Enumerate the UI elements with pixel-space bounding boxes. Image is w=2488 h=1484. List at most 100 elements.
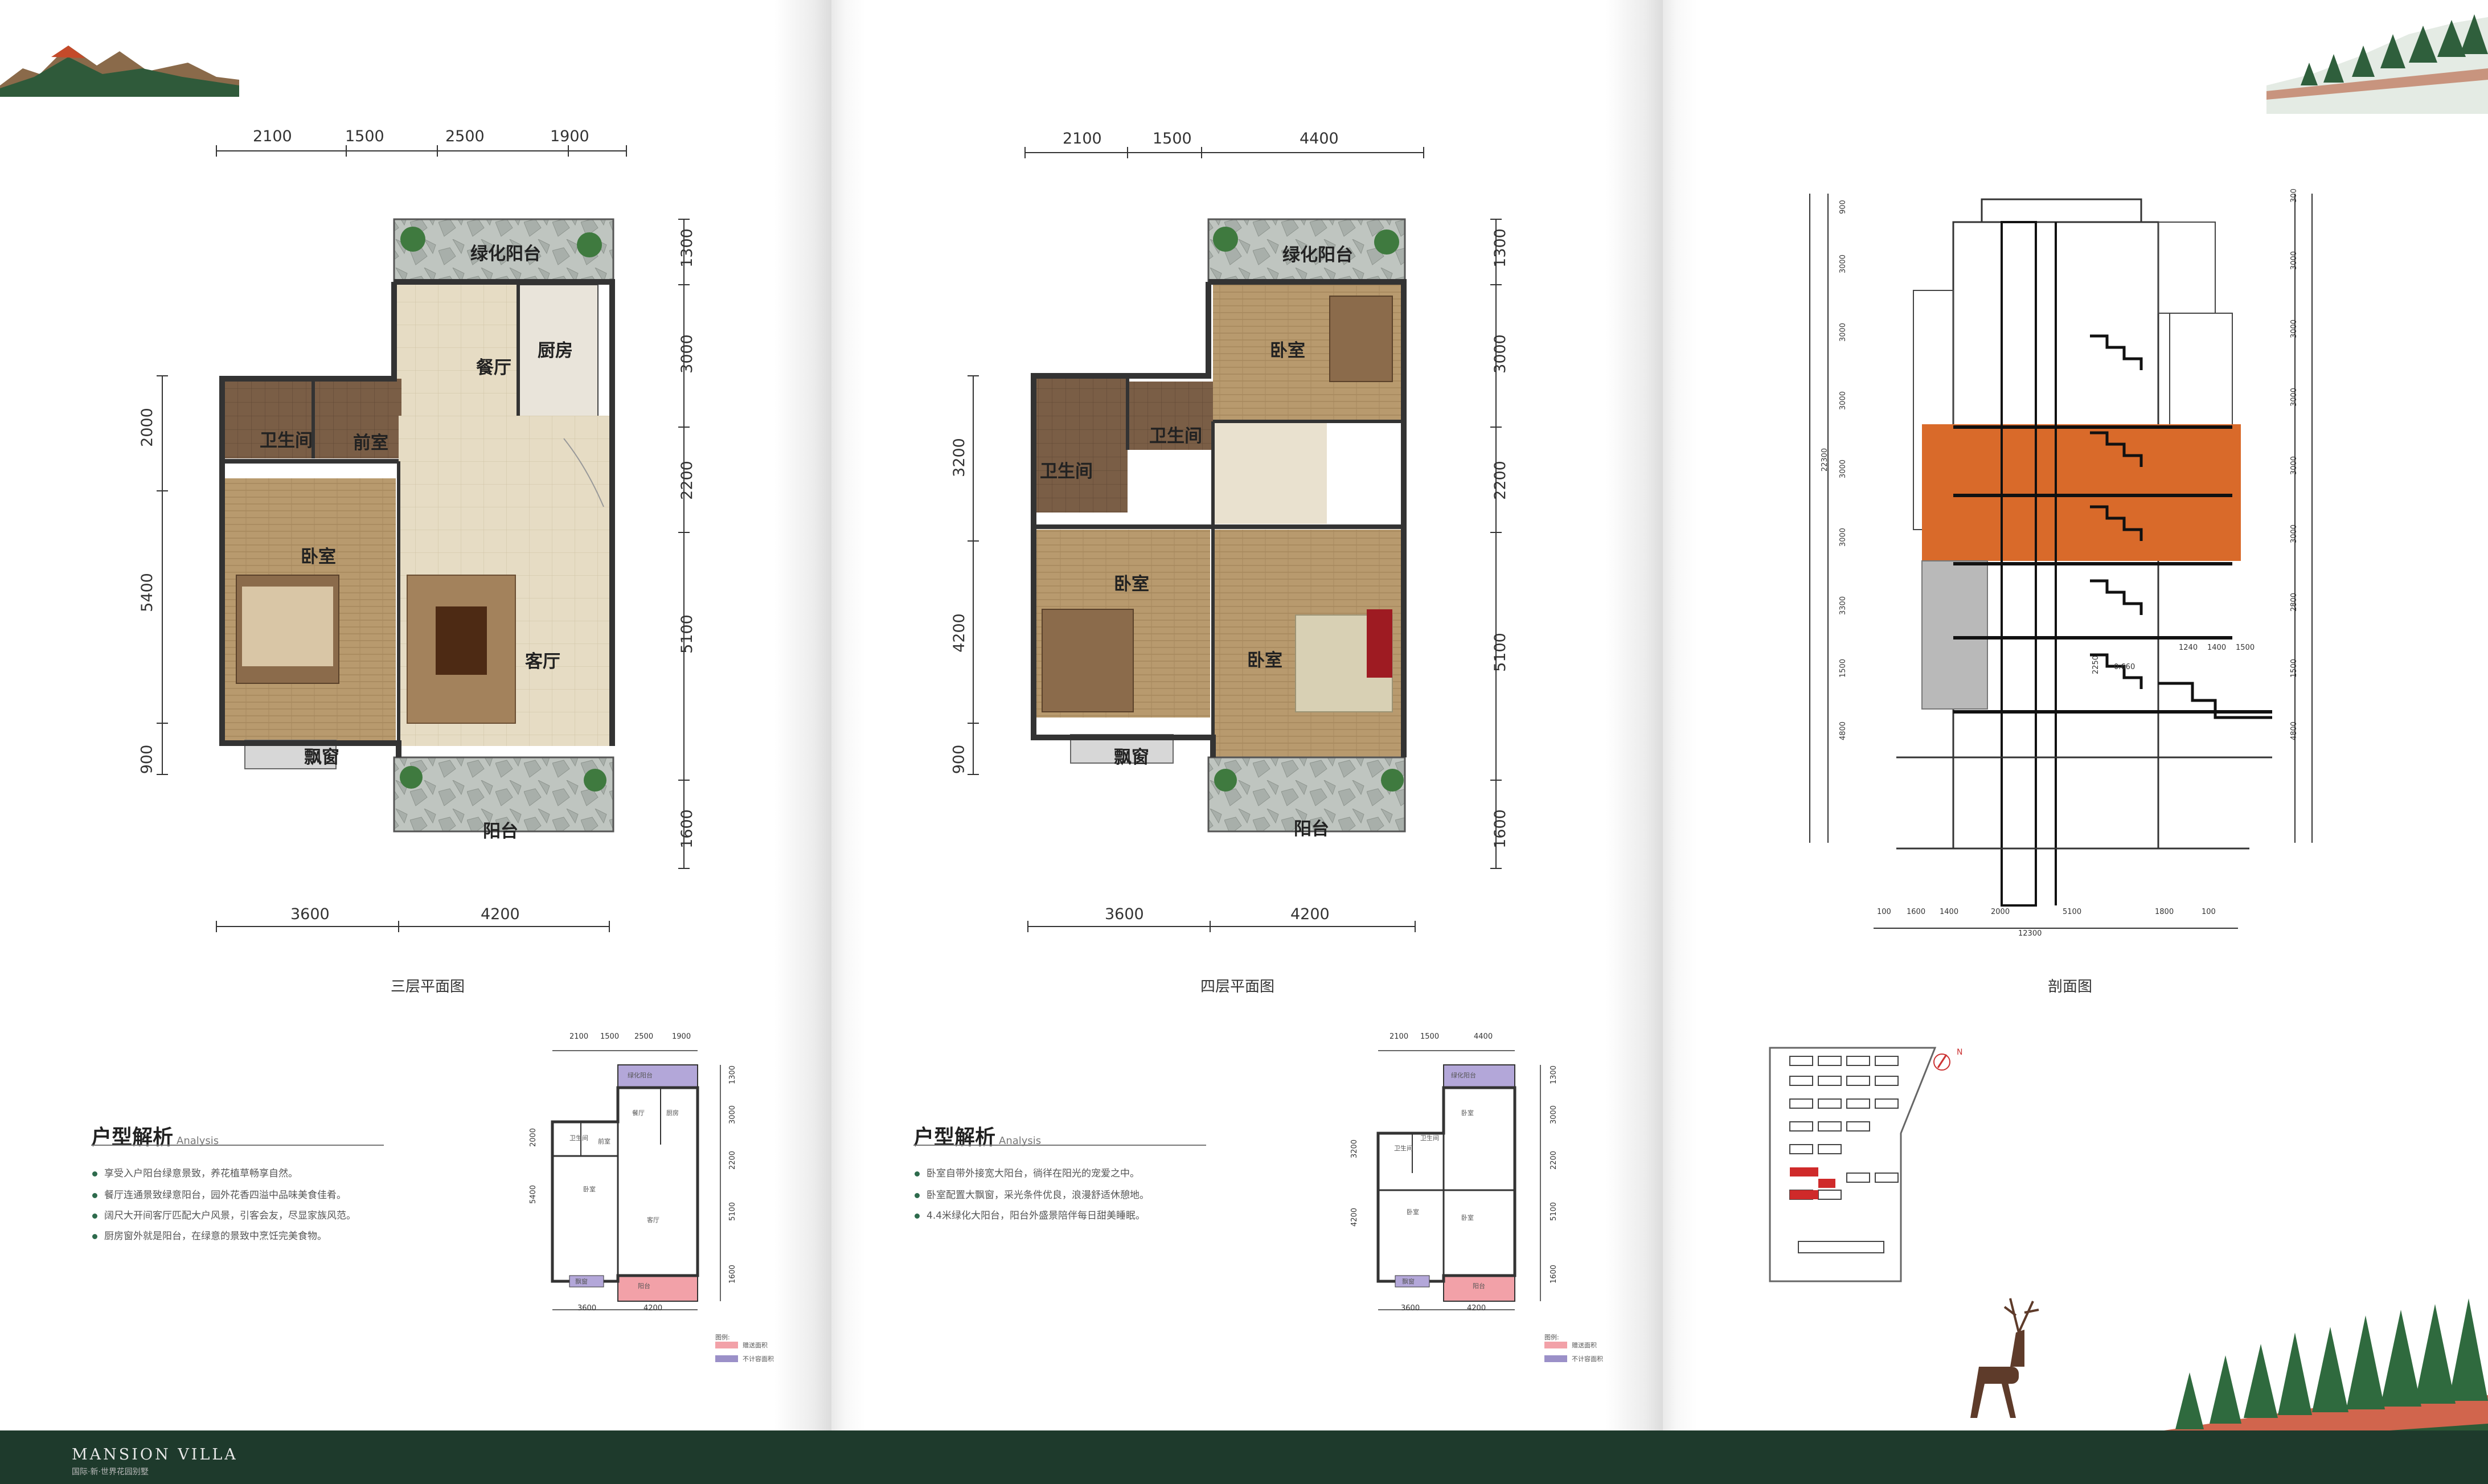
section-right-dim-3: 3000	[2290, 319, 2299, 339]
section-left-dim-8: 1500	[1839, 658, 1848, 678]
mini3-right-dim-1: 1300	[728, 1065, 737, 1085]
section-inner-dim-1: 1240	[2179, 643, 2198, 652]
floor3-living-label: 客厅	[525, 651, 560, 672]
mini3-top-dim-4: 1900	[672, 1032, 691, 1041]
floor3-green-balcony-label: 绿化阳台	[470, 244, 541, 264]
floor4-left-dim-2: 4200	[950, 613, 968, 653]
section-caption: 剖面图	[2048, 978, 2093, 995]
mini3-left-dim-1: 2000	[529, 1128, 538, 1147]
section-highlight	[1922, 424, 2241, 561]
floor4-right-dim-5: 1600	[1491, 809, 1509, 848]
floor3-bottom-dim-2: 4200	[481, 905, 520, 923]
mini3-green-balcony-label: 绿化阳台	[628, 1072, 653, 1079]
floor4-bottom-dim-line	[1027, 921, 1416, 932]
mini3-balcony-label: 阳台	[638, 1282, 650, 1290]
floor4-bedroom-top-label: 卧室	[1270, 341, 1305, 361]
mini3-bay-window-label: 飘窗	[575, 1278, 588, 1285]
mini4-top-dim-2: 1500	[1420, 1032, 1440, 1041]
mini4-right-dim-3: 2200	[1550, 1150, 1559, 1170]
section-left-dim-3: 3000	[1839, 322, 1848, 342]
floor3-top-dim-2: 1500	[345, 128, 384, 145]
floor3-bathroom-label: 卫生间	[260, 431, 313, 451]
section-bottom-dim-7: 100	[2202, 908, 2216, 916]
mini3-top-dim-3: 2500	[634, 1032, 654, 1041]
floor4-bottom-dim-1: 3600	[1105, 905, 1144, 923]
section-inner-dim-3: 1500	[2236, 643, 2255, 652]
brochure-page: 2100 1500 2500 1900 绿化阳台 餐厅 厨房 卫生间 前室 卧室…	[0, 0, 2488, 1484]
fold-shadow-4	[1663, 0, 1697, 1435]
section-left-dim-5: 3000	[1839, 459, 1848, 479]
floor3-top-dim-1: 2100	[253, 128, 292, 145]
floor3-left-dim-3: 900	[138, 744, 156, 774]
mini3-bottom-dim-1: 3600	[577, 1304, 597, 1313]
section-left-dim-1: 900	[1838, 200, 1847, 214]
section-right-dim-4: 3000	[2290, 387, 2299, 407]
forest-art-right	[2266, 14, 2488, 114]
section-right-dim-1: 300	[2289, 188, 2298, 203]
brand-name: MANSION VILLA	[72, 1446, 238, 1463]
floor3-foyer-label: 前室	[353, 433, 388, 453]
section-left-dim-4: 3000	[1839, 391, 1848, 411]
analysis4-bullet-1: 卧室自带外接宽大阳台，徜徉在阳光的宠爱之中。	[915, 1165, 1140, 1179]
floor3-left-dim-2: 5400	[138, 573, 156, 612]
mini4-legend-title: 图例:	[1544, 1334, 1559, 1341]
section-inner-dim-4: 2250	[2092, 655, 2101, 675]
mini4-bedroom-top-label: 卧室	[1461, 1109, 1474, 1117]
section-overall-bottom: 12300	[2018, 929, 2042, 938]
floor4-right-dim-3: 2200	[1491, 461, 1509, 500]
mini4-right-dim-1: 1300	[1550, 1065, 1559, 1085]
mini3-legend-swatch-2	[715, 1355, 738, 1362]
floor4-left-dim-3: 900	[950, 744, 968, 774]
floor4-bathroom-a-label: 卫生间	[1149, 426, 1202, 446]
footer-bar	[0, 1430, 2488, 1484]
site-plan	[1769, 1047, 1950, 1282]
floor4-right-dim-2: 3000	[1491, 334, 1509, 374]
mountain-art-left	[0, 46, 239, 97]
mini3-foyer-label: 前室	[598, 1138, 610, 1145]
mini4-green-balcony-label: 绿化阳台	[1451, 1072, 1476, 1079]
analysis4-rule	[913, 1145, 1206, 1146]
mini4-bathroom-b-label: 卫生间	[1394, 1145, 1413, 1152]
section-left-dim-6: 3000	[1839, 527, 1848, 547]
section-left-dim-2: 3000	[1839, 254, 1848, 274]
floor3-plan	[219, 218, 615, 833]
floor4-bottom-dim-2: 4200	[1290, 905, 1330, 923]
section-right-dim-7: 2800	[2290, 592, 2299, 612]
section-inner-dim-2: 1400	[2207, 643, 2227, 652]
mini4-right-dim-5: 1600	[1550, 1264, 1559, 1284]
analysis3-bullet-1: 享受入户阳台绿意景致，养花植草畅享自然。	[92, 1165, 298, 1179]
analysis4-bullet-2: 卧室配置大飘窗，采光条件优良，浪漫舒适休憩地。	[915, 1187, 1149, 1201]
brand-subtitle: 国际·新·世界花园别墅	[72, 1467, 149, 1477]
floor4-top-dim-1: 2100	[1063, 130, 1102, 147]
floor4-caption: 四层平面图	[1200, 978, 1275, 995]
floor3-right-dim-line	[678, 219, 690, 869]
floor3-top-dim-3: 2500	[445, 128, 485, 145]
floor3-dining-label: 餐厅	[476, 358, 511, 378]
mini4-legend-swatch-2	[1544, 1355, 1567, 1362]
mini4-top-dim-3: 4400	[1474, 1032, 1493, 1041]
floor4-top-dim-3: 4400	[1300, 130, 1339, 147]
floor3-left-dim-1: 2000	[138, 408, 156, 447]
floor3-right-dim-3: 2200	[678, 461, 696, 500]
mini4-plan	[1376, 1050, 1541, 1310]
floor4-green-balcony-label: 绿化阳台	[1282, 245, 1353, 265]
mini3-dining-label: 餐厅	[632, 1109, 645, 1117]
analysis3-bullet-3: 阔尺大开间客厅匹配大户风景，引客会友，尽显家族风范。	[92, 1207, 356, 1221]
section-bottom-dim-3: 1400	[1940, 908, 1959, 916]
mini4-bottom-dim-2: 4200	[1467, 1304, 1486, 1313]
mini3-bathroom-label: 卫生间	[569, 1134, 588, 1142]
fold-shadow-2	[831, 0, 866, 1435]
site-plan-compass: N	[1957, 1048, 1963, 1057]
analysis3-rule	[91, 1145, 384, 1146]
floor3-right-dim-4: 5100	[678, 614, 696, 654]
section-overall-left: 22300	[1821, 448, 1830, 472]
mini4-legend-1: 赠送面积	[1572, 1342, 1597, 1349]
section-bottom-dim-4: 2000	[1991, 908, 2010, 916]
floor4-bedroom-right-label: 卧室	[1247, 650, 1282, 671]
mini3-living-label: 客厅	[647, 1216, 659, 1224]
section-right-dim-9: 4800	[2290, 721, 2299, 741]
mini3-right-dim-2: 3000	[728, 1105, 737, 1125]
analysis4-title: 户型解析 Analysis	[913, 1121, 1041, 1150]
mini3-right-dim-3: 2200	[728, 1150, 737, 1170]
section-level-mark: 0.660	[2114, 663, 2136, 671]
